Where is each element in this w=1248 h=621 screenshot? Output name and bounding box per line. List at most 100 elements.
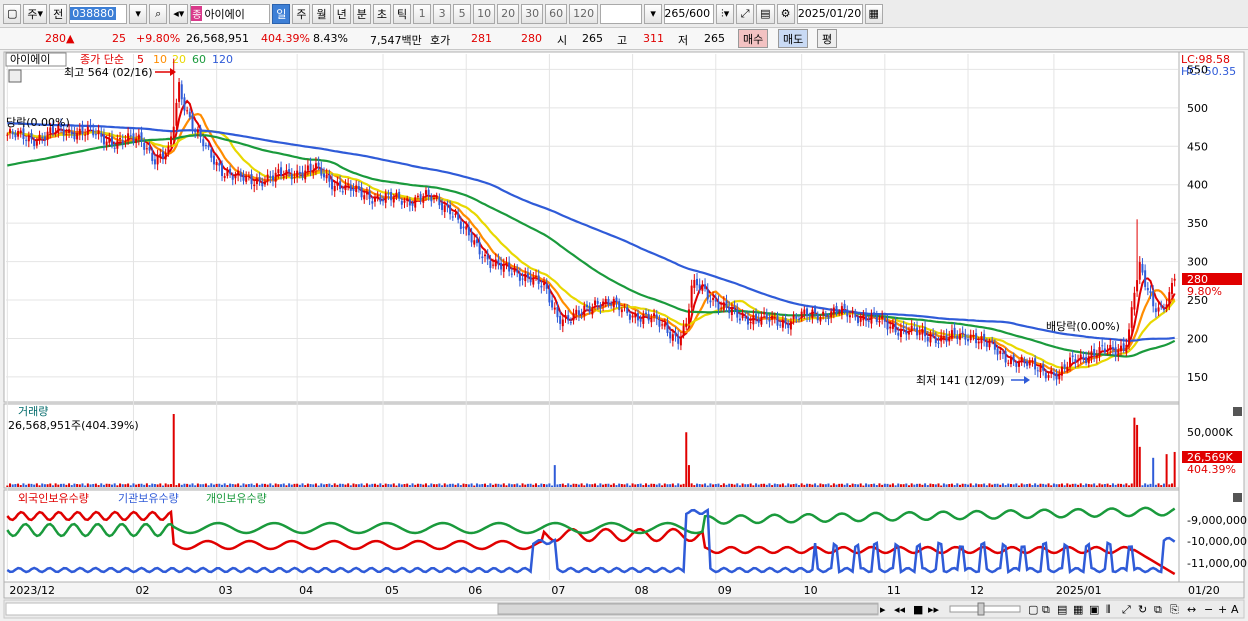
volume-bar	[408, 485, 411, 487]
volume-close-icon[interactable]	[1233, 407, 1242, 416]
scroll-next-icon[interactable]: ▸▸	[928, 603, 940, 616]
table-icon[interactable]	[8, 69, 22, 83]
period-tab-second[interactable]: 초	[372, 3, 391, 24]
scroll-prev-icon[interactable]: ◂◂	[894, 603, 906, 616]
stock-name-field[interactable]: 종 아이에이	[190, 3, 271, 24]
candle-body	[921, 328, 924, 335]
volume-bar	[502, 483, 505, 487]
zoom-slider-handle[interactable]	[977, 602, 985, 616]
candle-body	[148, 146, 151, 151]
candle-body	[1138, 262, 1141, 280]
scrollbar-thumb[interactable]	[497, 603, 879, 615]
volume-bar	[610, 484, 613, 487]
volume-bar	[419, 483, 422, 487]
buy-button[interactable]: 매수	[738, 29, 769, 48]
search-icon[interactable]: ⌕	[149, 3, 168, 24]
candle-type-icon[interactable]: ⫶▾	[716, 3, 735, 24]
candle-body	[288, 169, 291, 172]
candle-body	[521, 278, 524, 280]
zoom-out-icon[interactable]: −	[1204, 603, 1213, 616]
high-price: 311	[643, 32, 664, 45]
candle-body	[953, 327, 956, 335]
code-dropdown-icon[interactable]: ▾	[129, 3, 148, 24]
volume-bar	[693, 485, 696, 487]
volume-bar	[594, 483, 597, 487]
expand-icon[interactable]: ⤢	[1122, 603, 1131, 616]
candle-body	[983, 333, 986, 341]
candle-body	[744, 317, 747, 319]
bars-icon[interactable]: ⫴	[1106, 603, 1111, 616]
sell-button[interactable]: 매도	[778, 29, 809, 48]
volume-bar	[306, 483, 309, 487]
stop-icon[interactable]: ■	[913, 603, 923, 616]
plus-icon[interactable]: +	[1218, 603, 1227, 616]
draw-tool-icon[interactable]: ⤢	[736, 3, 755, 24]
candle-body	[645, 312, 648, 315]
interval-30[interactable]: 30	[521, 3, 544, 24]
font-size-icon[interactable]: A	[1231, 603, 1239, 616]
volume-bar	[1023, 484, 1026, 487]
period-tab-week[interactable]: 주	[292, 3, 311, 24]
refresh-icon[interactable]: ↻	[1138, 603, 1147, 616]
candle-body	[806, 308, 809, 317]
stock-code-input[interactable]: 038880	[69, 3, 128, 24]
count-input[interactable]: 265/600	[664, 3, 715, 24]
market-select[interactable]: 주 ▾	[23, 3, 48, 24]
interval-20[interactable]: 20	[497, 3, 520, 24]
tool-icon[interactable]: ▣	[1089, 603, 1099, 616]
zoom-slider[interactable]	[949, 605, 1021, 613]
layout-icon[interactable]: ▢	[3, 3, 22, 24]
save-icon[interactable]: ▤	[756, 3, 775, 24]
interval-dropdown-icon[interactable]: ▾	[644, 3, 663, 24]
candle-body	[1079, 354, 1082, 359]
holding-close-icon[interactable]	[1233, 493, 1242, 502]
layout-4-icon[interactable]: ▦	[1073, 603, 1083, 616]
period-tab-minute[interactable]: 분	[352, 3, 371, 24]
interval-120[interactable]: 120	[569, 3, 599, 24]
volume-bar	[363, 485, 366, 487]
period-tab-month[interactable]: 월	[312, 3, 331, 24]
prev-button[interactable]: 전	[49, 3, 68, 24]
candle-body	[376, 195, 379, 198]
volume-bar	[344, 484, 347, 487]
volume-bar	[808, 483, 811, 487]
scroll-right-icon[interactable]: ▸	[880, 603, 886, 616]
volume-bar	[980, 484, 983, 487]
interval-custom-input[interactable]	[600, 3, 643, 24]
candle-body	[615, 297, 618, 302]
candle-body	[561, 319, 564, 327]
period-tab-year[interactable]: 년	[332, 3, 351, 24]
layout-2-icon[interactable]: ⧉	[1042, 603, 1050, 616]
eval-button[interactable]: 평	[817, 29, 838, 48]
window-icon[interactable]: ⧉	[1154, 603, 1162, 616]
candle-body	[540, 285, 543, 288]
volume-bar	[518, 485, 521, 487]
volume-bar	[368, 484, 371, 487]
interval-5[interactable]: 5	[453, 3, 472, 24]
holding-tick-1: -10,000,00	[1187, 535, 1247, 548]
volume-bar	[170, 484, 173, 487]
volume-bar	[642, 485, 645, 487]
gear-icon[interactable]: ⚙	[776, 3, 795, 24]
interval-60[interactable]: 60	[545, 3, 568, 24]
period-tab-day[interactable]: 일	[272, 3, 291, 24]
calendar-icon[interactable]: ▦	[864, 3, 883, 24]
period-tab-tick[interactable]: 틱	[392, 3, 412, 24]
candle-body	[1093, 349, 1096, 356]
layout-3-icon[interactable]: ▤	[1057, 603, 1067, 616]
date-input[interactable]: 2025/01/20	[796, 3, 863, 24]
candle-body	[628, 314, 631, 320]
candle-body	[1157, 307, 1160, 312]
interval-10[interactable]: 10	[473, 3, 496, 24]
layout-1-icon[interactable]: ▢	[1028, 603, 1038, 616]
x-axis-label: 07	[551, 584, 565, 597]
candle-body	[897, 332, 900, 336]
candle-body	[725, 300, 728, 308]
volume-bar	[752, 485, 755, 487]
copy-icon[interactable]: ⎘	[1170, 603, 1179, 616]
volume-bar	[395, 485, 398, 487]
zoom-in-icon[interactable]: ↔	[1187, 603, 1196, 616]
interval-1[interactable]: 1	[413, 3, 432, 24]
interval-3[interactable]: 3	[433, 3, 452, 24]
speaker-icon[interactable]: ◂▾	[169, 3, 189, 24]
